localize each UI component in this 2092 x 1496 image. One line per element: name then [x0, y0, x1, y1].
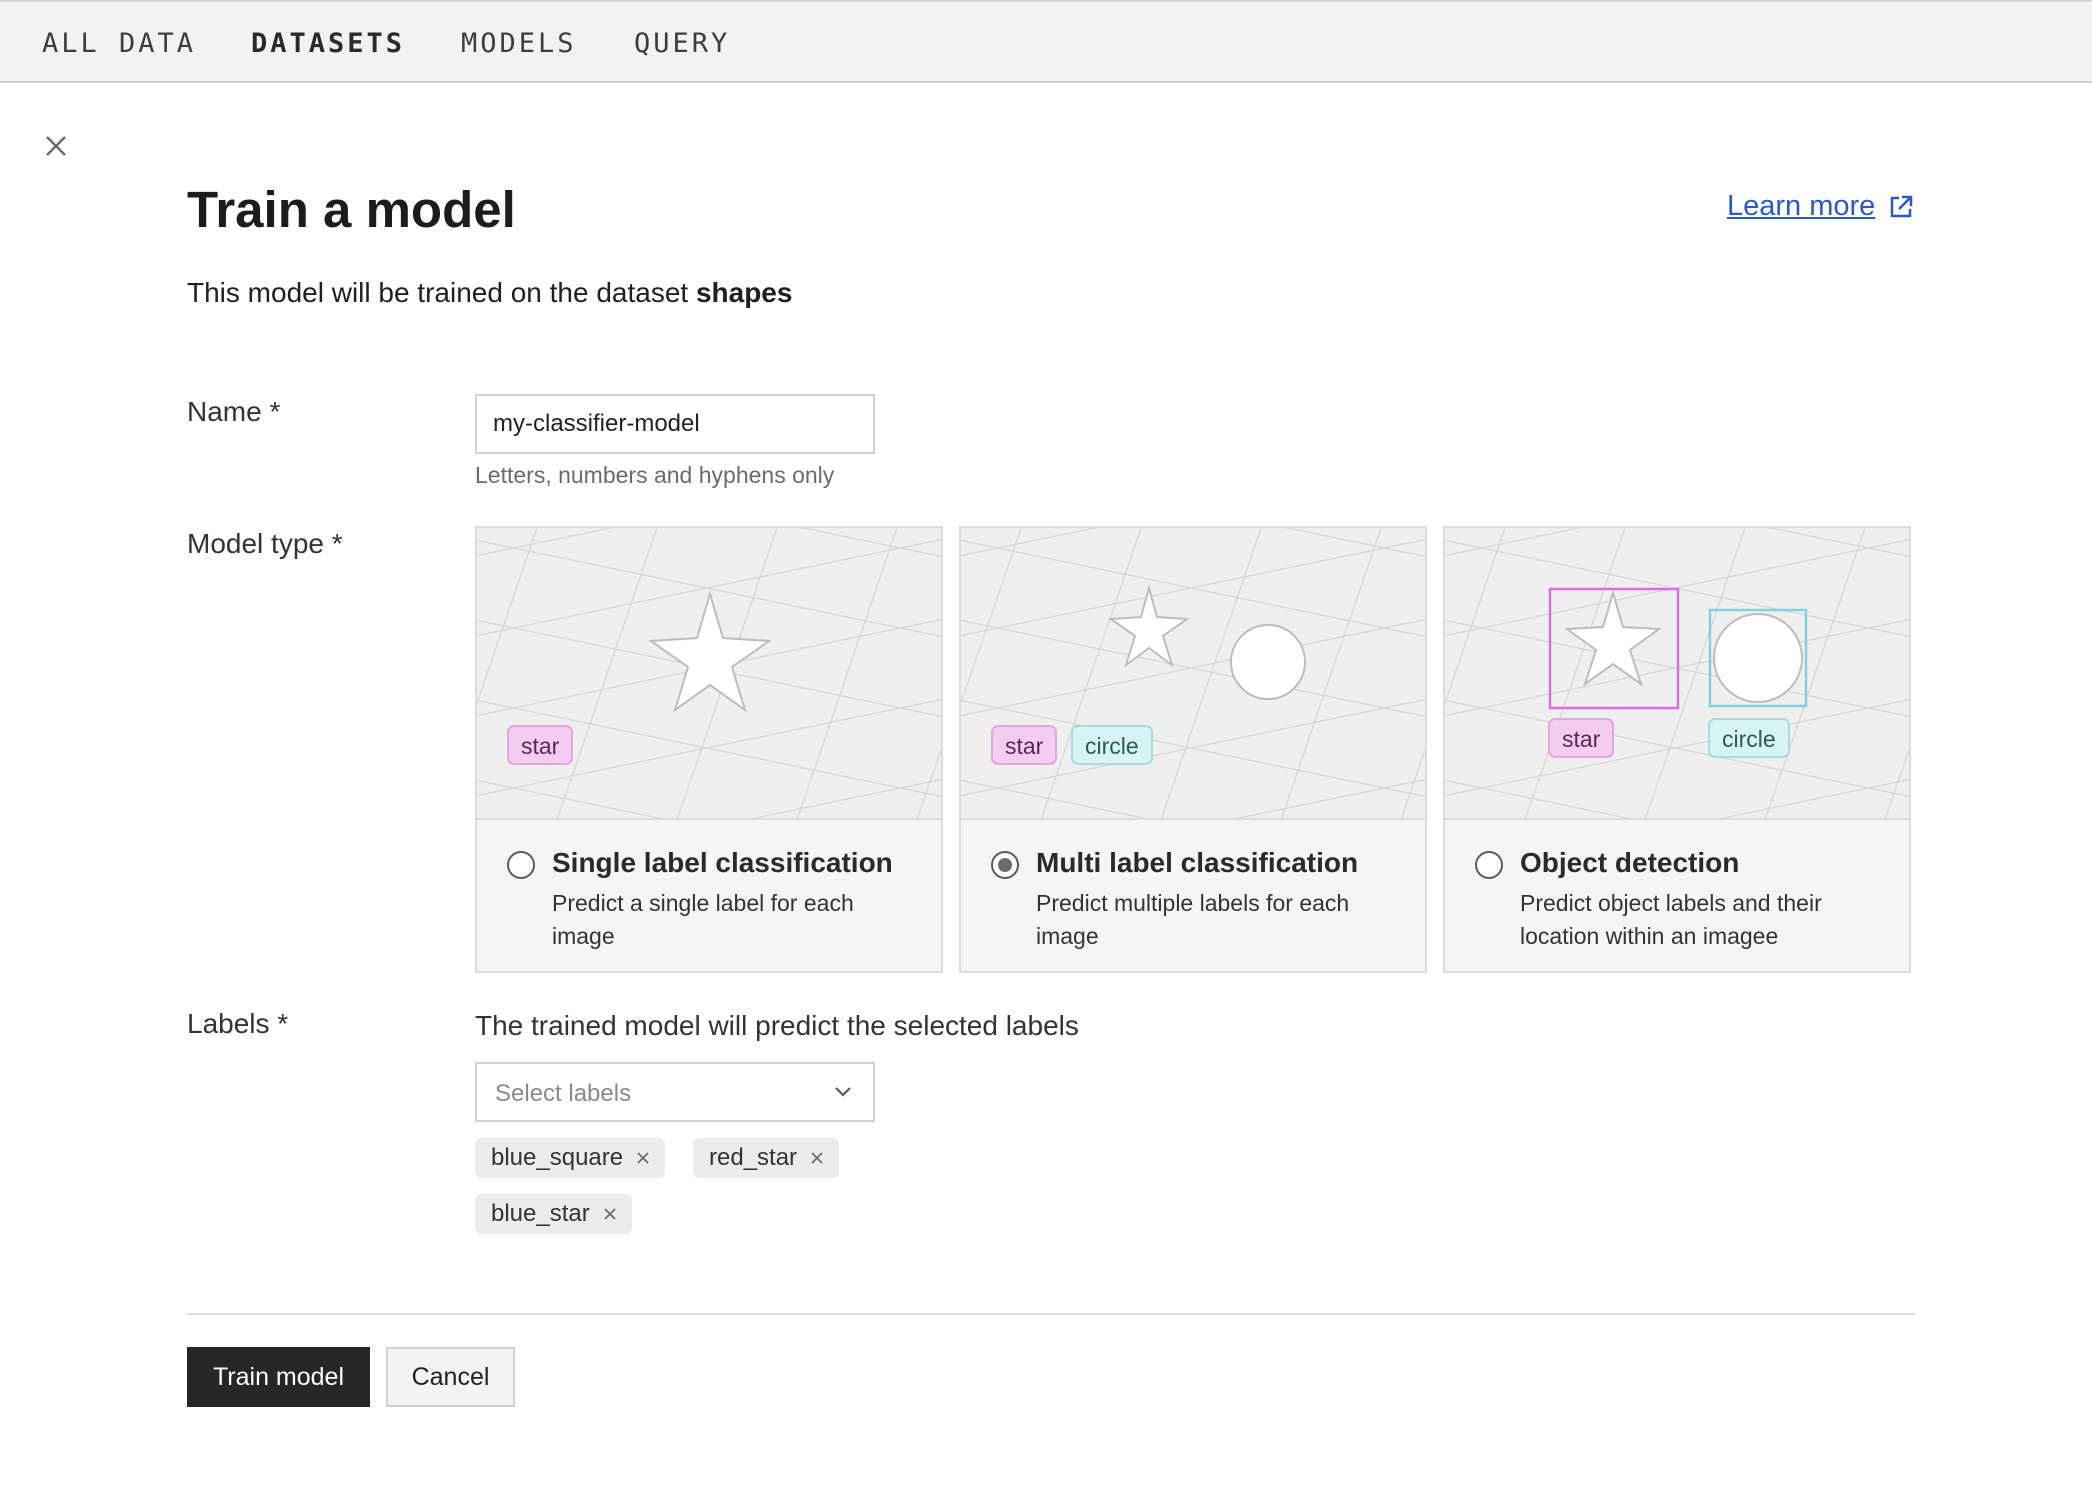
object-detection-illustration: star circle [1445, 528, 1909, 820]
subtitle-text: This model will be trained on the datase… [187, 277, 696, 308]
cancel-button[interactable]: Cancel [386, 1347, 515, 1407]
star-shape [648, 590, 772, 713]
model-type-label: Model type * [187, 528, 343, 559]
card-description: Predict a single label for each image [552, 890, 854, 949]
radio-single-label[interactable] [507, 851, 535, 879]
circle-shape [1230, 624, 1306, 700]
star-shape [1564, 589, 1662, 687]
label-tag: blue_star [475, 1194, 632, 1234]
chip-circle: circle [1071, 725, 1153, 765]
page-title: Train a model [187, 181, 516, 238]
circle-shape [1713, 613, 1803, 703]
label-tag: blue_square [475, 1138, 666, 1178]
label-tag-text: blue_star [491, 1200, 590, 1227]
remove-tag-icon[interactable] [635, 1150, 651, 1166]
name-label: Name * [187, 396, 281, 427]
multi-label-illustration: star circle [961, 528, 1425, 820]
model-type-card-object-detection[interactable]: star circle Object detection Predict obj… [1443, 526, 1911, 973]
label-tag-text: red_star [709, 1144, 798, 1171]
name-hint: Letters, numbers and hyphens only [475, 462, 835, 488]
learn-more-label: Learn more [1727, 190, 1876, 222]
train-model-button[interactable]: Train model [187, 1347, 370, 1407]
tab-models[interactable]: MODELS [461, 28, 577, 59]
close-icon[interactable] [40, 130, 72, 162]
model-type-card-single-label[interactable]: star Single label classification Predict… [475, 526, 943, 973]
chip-star: star [991, 725, 1058, 765]
dataset-subtitle: This model will be trained on the datase… [187, 277, 792, 309]
learn-more-link[interactable]: Learn more [1727, 190, 1915, 223]
card-description: Predict multiple labels for each image [1036, 890, 1350, 949]
single-label-illustration: star [477, 528, 941, 820]
tab-datasets[interactable]: DATASETS [251, 28, 405, 59]
model-type-card-multi-label[interactable]: star circle Multi label classification P… [959, 526, 1427, 973]
top-nav: ALL DATA DATASETS MODELS QUERY [0, 0, 2092, 83]
form-divider [187, 1313, 1915, 1315]
tab-all-data[interactable]: ALL DATA [42, 28, 196, 59]
labels-select[interactable]: Select labels [475, 1062, 875, 1122]
chip-star: star [507, 725, 574, 765]
labels-select-placeholder: Select labels [495, 1080, 632, 1107]
card-title: Single label classification [552, 847, 893, 878]
chip-star: star [1548, 718, 1615, 758]
remove-tag-icon[interactable] [602, 1206, 618, 1222]
remove-tag-icon[interactable] [809, 1150, 825, 1166]
tab-query[interactable]: QUERY [634, 28, 730, 59]
label-tag-text: blue_square [491, 1144, 624, 1171]
chevron-down-icon [835, 1087, 851, 1097]
chip-circle: circle [1708, 718, 1790, 758]
labels-description: The trained model will predict the selec… [475, 1010, 1079, 1041]
card-description: Predict object labels and their location… [1520, 890, 1822, 949]
external-link-icon [1891, 195, 1913, 217]
labels-label: Labels * [187, 1008, 289, 1039]
dataset-name: shapes [695, 277, 793, 308]
radio-object-detection[interactable] [1475, 851, 1503, 879]
radio-multi-label[interactable] [991, 851, 1019, 879]
card-title: Multi label classification [1036, 847, 1359, 878]
name-input[interactable] [475, 394, 875, 454]
card-title: Object detection [1520, 847, 1740, 878]
label-tag: red_star [693, 1138, 840, 1178]
